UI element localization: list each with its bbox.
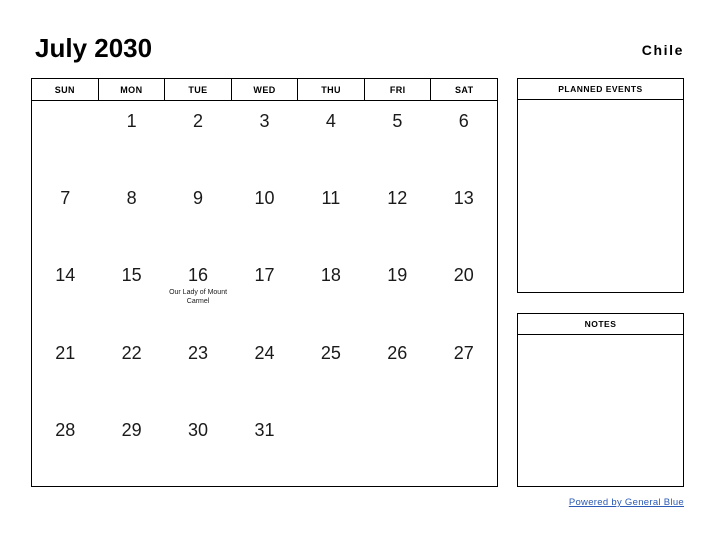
day-cell[interactable]: 14	[32, 255, 98, 332]
day-event: Our Lady of Mount Carmel	[169, 289, 228, 306]
weekday-header-mon: MON	[99, 79, 166, 100]
day-cell[interactable]: 2	[165, 101, 231, 178]
day-number: 17	[254, 265, 275, 286]
day-cell[interactable]: 3	[231, 101, 297, 178]
weekday-header-sat: SAT	[454, 84, 474, 95]
day-cell[interactable]: 4	[298, 101, 364, 178]
day-cell[interactable]: 23	[165, 333, 231, 410]
day-cell[interactable]: 27	[431, 333, 497, 410]
day-number: 23	[188, 342, 209, 363]
week-row: 1 2 3 4 5 6	[32, 101, 497, 178]
weekday-header-tue: TUE	[165, 79, 232, 100]
day-cell[interactable]: 7	[32, 178, 98, 255]
day-cell[interactable]: 15	[98, 255, 164, 332]
day-number: 7	[60, 188, 71, 209]
day-cell[interactable]: 9	[165, 178, 231, 255]
day-cell[interactable]: 10	[231, 178, 297, 255]
day-number: 2	[193, 111, 204, 131]
weekday-header-wed: WED	[232, 79, 299, 100]
day-cell[interactable]: 5	[364, 101, 430, 178]
weekday-header-sun: SUN	[32, 79, 99, 100]
day-cell[interactable]: 8	[98, 178, 164, 255]
day-cell[interactable]: 31	[231, 410, 297, 487]
day-number: 11	[321, 188, 341, 209]
page-title: July 2030	[35, 33, 153, 63]
day-cell[interactable]: 18	[298, 255, 364, 332]
week-row: 14 15 16 Our Lady of Mount Carmel 17 18 …	[32, 255, 497, 332]
day-cell[interactable]: 17	[231, 255, 297, 332]
day-cell[interactable]: 16 Our Lady of Mount Carmel	[165, 255, 231, 332]
day-cell[interactable]: 11	[298, 178, 364, 255]
day-cell[interactable]	[298, 410, 364, 487]
day-number: 27	[453, 342, 474, 363]
day-cell[interactable]	[364, 410, 430, 487]
day-number: 8	[126, 188, 137, 209]
week-row: 28 29 30 31	[32, 410, 497, 487]
day-cell[interactable]	[431, 410, 497, 487]
day-cell[interactable]: 6	[431, 101, 497, 178]
week-row: 7 8 9 10 11 12 13	[32, 178, 497, 255]
week-row: 21 22 23 24 25 26 27	[32, 333, 497, 410]
planned-events-panel: PLANNED EVENTS	[517, 78, 684, 293]
day-number: 6	[458, 111, 469, 131]
day-cell[interactable]: 13	[431, 178, 497, 255]
notes-panel: NOTES	[517, 313, 684, 487]
calendar-grid: SUN MON TUE WED THU FRI SAT 1 2 3 4 5 6 …	[31, 78, 498, 487]
day-cell[interactable]: 24	[231, 333, 297, 410]
powered-by-link[interactable]: Powered by General Blue	[569, 497, 684, 508]
day-cell[interactable]: 25	[298, 333, 364, 410]
day-number: 9	[193, 188, 204, 209]
day-cell[interactable]: 1	[98, 101, 164, 178]
planned-events-body[interactable]	[518, 100, 683, 292]
day-number: 26	[387, 342, 408, 363]
day-cell[interactable]: 21	[32, 333, 98, 410]
day-cell[interactable]: 28	[32, 410, 98, 487]
day-number: 29	[121, 419, 142, 440]
day-number: 5	[392, 111, 403, 131]
day-number: 18	[320, 265, 341, 286]
day-number: 21	[55, 342, 76, 363]
day-number: 31	[254, 419, 275, 440]
day-cell[interactable]: 26	[364, 333, 430, 410]
day-number: 30	[188, 419, 209, 440]
planned-events-title: PLANNED EVENTS	[518, 79, 683, 100]
day-number: 15	[121, 265, 142, 286]
day-cell[interactable]: 22	[98, 333, 164, 410]
weekday-header-fri: FRI	[365, 79, 432, 100]
day-cell[interactable]: 19	[364, 255, 430, 332]
day-number: 4	[325, 111, 336, 131]
day-number: 12	[387, 188, 408, 209]
day-number: 3	[259, 111, 270, 131]
day-number: 24	[254, 342, 275, 363]
day-number: 16	[188, 265, 209, 286]
day-number: 13	[453, 188, 474, 209]
day-number: 19	[387, 265, 408, 286]
notes-body[interactable]	[518, 335, 683, 486]
notes-title: NOTES	[518, 314, 683, 335]
day-number: 10	[254, 188, 275, 209]
day-number: 14	[55, 265, 76, 286]
country-label: Chile	[641, 42, 684, 58]
day-number: 1	[126, 111, 137, 131]
weekday-header-thu: THU	[298, 79, 365, 100]
day-cell[interactable]: 20	[431, 255, 497, 332]
day-number: 22	[121, 342, 142, 363]
day-cell[interactable]: 30	[165, 410, 231, 487]
day-number: 25	[320, 342, 341, 363]
weekday-header-row: SUN MON TUE WED THU FRI SAT	[32, 79, 497, 101]
day-number: 28	[55, 419, 76, 440]
day-number: 20	[453, 265, 474, 286]
day-cell[interactable]: 29	[98, 410, 164, 487]
day-cell[interactable]	[32, 101, 98, 178]
day-cell[interactable]: 12	[364, 178, 430, 255]
